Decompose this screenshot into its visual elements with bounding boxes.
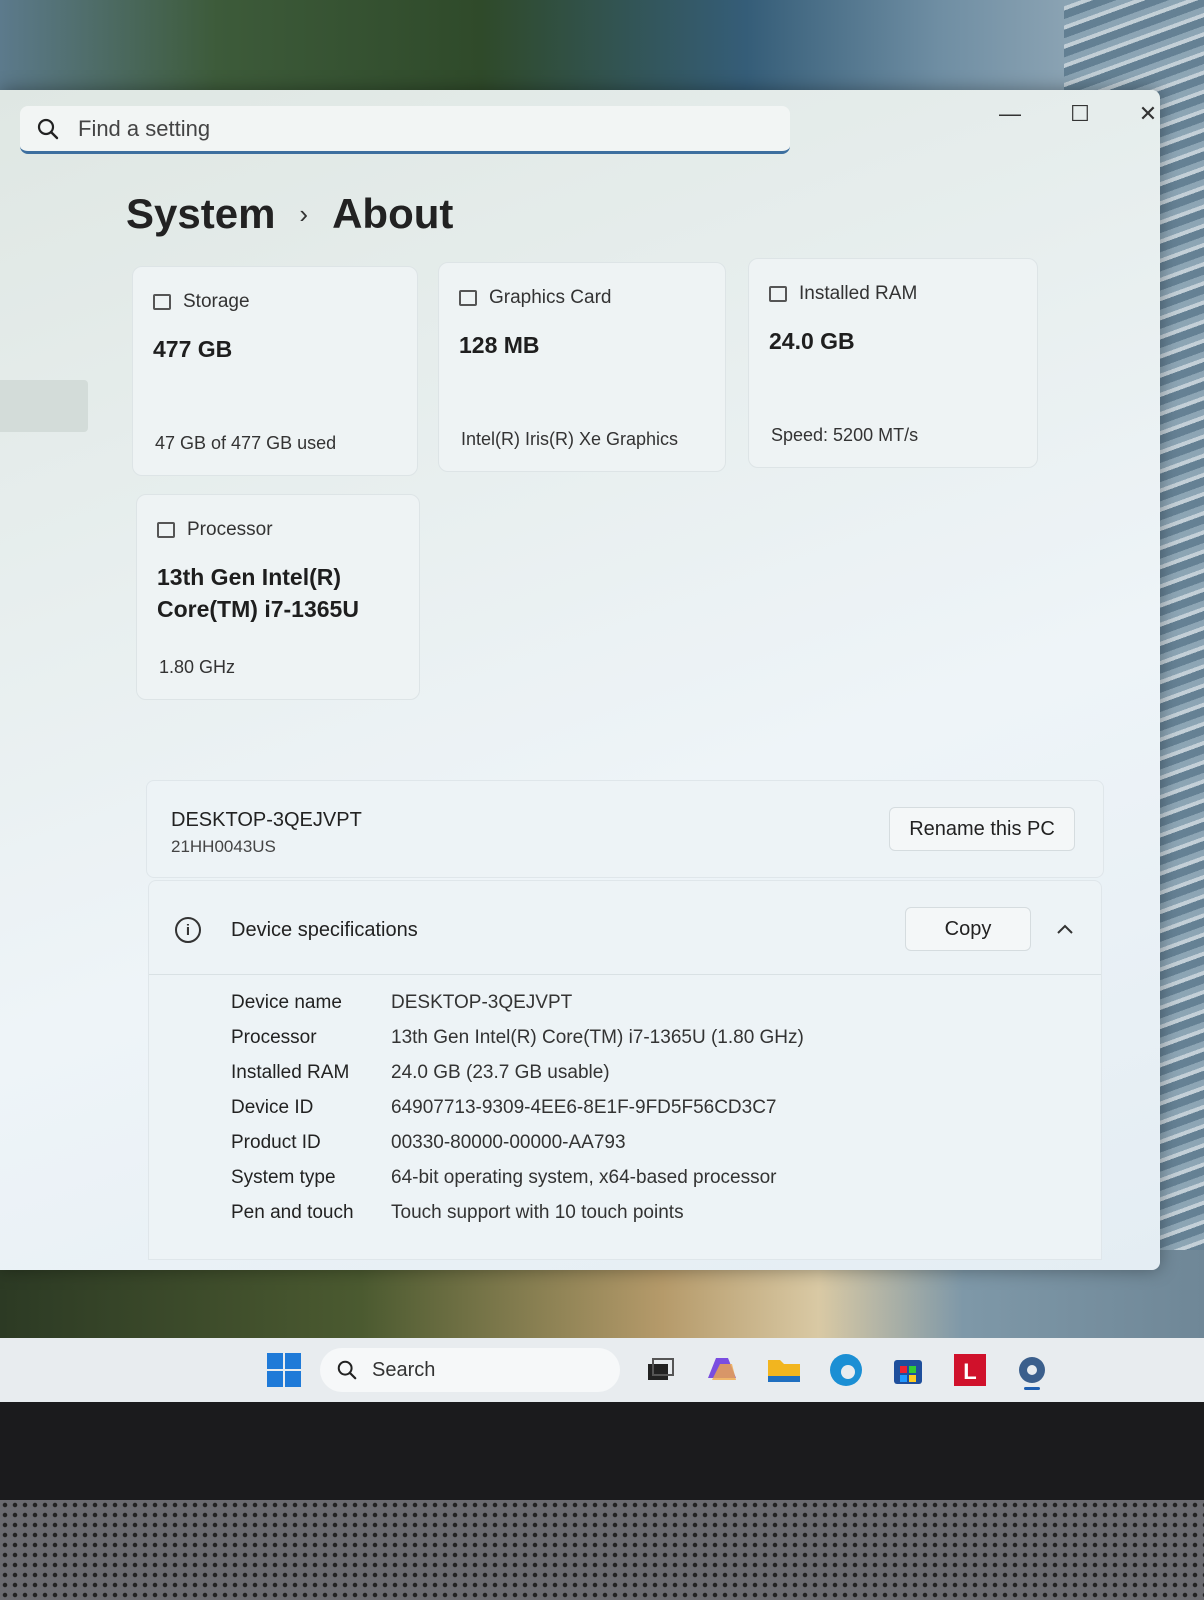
- processor-value-line1: 13th Gen Intel(R): [157, 564, 342, 590]
- storage-card-header: Storage: [153, 291, 250, 313]
- pc-model: 21HH0043US: [171, 837, 276, 856]
- graphics-label: Graphics Card: [489, 287, 612, 308]
- edge-icon[interactable]: [826, 1350, 866, 1390]
- device-specifications-header[interactable]: i Device specifications Copy: [149, 881, 1101, 975]
- spec-value: 64-bit operating system, x64-based proce…: [391, 1166, 777, 1188]
- pc-name-panel: DESKTOP-3QEJVPT 21HH0043US Rename this P…: [146, 780, 1104, 878]
- processor-card-header: Processor: [157, 519, 273, 541]
- taskbar-search-box[interactable]: Search: [320, 1348, 620, 1392]
- chevron-up-icon[interactable]: [1045, 909, 1085, 949]
- task-view-icon[interactable]: [640, 1350, 680, 1390]
- page-title: About: [332, 190, 454, 237]
- table-row: Device name DESKTOP-3QEJVPT: [231, 985, 804, 1020]
- settings-window: — ☐ ✕ System › About Storage 477 GB 47 G…: [0, 90, 1160, 1270]
- graphics-card-icon: [459, 290, 477, 306]
- ram-card-header: Installed RAM: [769, 283, 917, 305]
- store-icon[interactable]: [888, 1350, 928, 1390]
- copy-button[interactable]: Copy: [905, 907, 1031, 951]
- settings-icon[interactable]: [1012, 1350, 1052, 1390]
- table-row: Processor 13th Gen Intel(R) Core(TM) i7-1…: [231, 1020, 804, 1055]
- spec-value: 13th Gen Intel(R) Core(TM) i7-1365U (1.8…: [391, 1026, 804, 1048]
- spec-key: System type: [231, 1166, 336, 1188]
- spec-key: Processor: [231, 1026, 317, 1048]
- table-row: System type 64-bit operating system, x64-…: [231, 1160, 804, 1195]
- ram-value: 24.0 GB: [769, 328, 855, 354]
- taskbar-search-label: Search: [372, 1358, 436, 1381]
- info-icon: i: [175, 917, 201, 943]
- device-specifications-panel: i Device specifications Copy Device name…: [148, 880, 1102, 1260]
- spec-key: Device ID: [231, 1096, 314, 1118]
- ram-label: Installed RAM: [799, 283, 918, 304]
- storage-detail: 47 GB of 477 GB used: [155, 433, 337, 453]
- spec-key: Device name: [231, 991, 342, 1013]
- close-button[interactable]: ✕: [1118, 96, 1178, 132]
- processor-card[interactable]: Processor 13th Gen Intel(R) Core(TM) i7-…: [136, 494, 420, 700]
- storage-icon: [153, 294, 171, 310]
- processor-icon: [157, 522, 175, 538]
- table-row: Product ID 00330-80000-00000-AA793: [231, 1125, 804, 1160]
- minimize-button[interactable]: —: [980, 96, 1040, 132]
- spec-key: Installed RAM: [231, 1061, 350, 1083]
- search-icon: [336, 1359, 358, 1381]
- ram-icon: [769, 286, 787, 302]
- copilot-icon[interactable]: [702, 1350, 742, 1390]
- taskbar: Search L: [0, 1338, 1204, 1402]
- svg-text:L: L: [963, 1359, 976, 1384]
- breadcrumb-parent[interactable]: System: [126, 190, 275, 238]
- graphics-card[interactable]: Graphics Card 128 MB Intel(R) Iris(R) Xe…: [438, 262, 726, 472]
- processor-label: Processor: [187, 519, 273, 540]
- chevron-right-icon: ›: [299, 198, 309, 229]
- lenovo-icon[interactable]: L: [950, 1350, 990, 1390]
- rename-pc-button[interactable]: Rename this PC: [889, 807, 1075, 851]
- storage-label: Storage: [183, 291, 250, 312]
- device-specifications-table: Device name DESKTOP-3QEJVPT Processor 13th…: [231, 985, 804, 1230]
- spec-value: DESKTOP-3QEJVPT: [391, 991, 573, 1013]
- spec-value: 00330-80000-00000-AA793: [391, 1131, 626, 1153]
- processor-detail: 1.80 GHz: [159, 657, 236, 677]
- graphics-detail: Intel(R) Iris(R) Xe Graphics: [461, 429, 679, 449]
- settings-search-box[interactable]: [20, 106, 790, 154]
- search-icon: [36, 117, 60, 141]
- spec-value: Touch support with 10 touch points: [391, 1201, 684, 1223]
- ram-detail: Speed: 5200 MT/s: [771, 425, 919, 445]
- maximize-button[interactable]: ☐: [1050, 96, 1110, 132]
- laptop-speaker-grille: [0, 1500, 1204, 1600]
- ram-card[interactable]: Installed RAM 24.0 GB Speed: 5200 MT/s: [748, 258, 1038, 468]
- table-row: Pen and touch Touch support with 10 touch…: [231, 1195, 804, 1230]
- spec-value: 64907713-9309-4EE6-8E1F-9FD5F56CD3C7: [391, 1096, 777, 1118]
- graphics-card-header: Graphics Card: [459, 287, 612, 309]
- breadcrumb: System › About: [126, 190, 453, 238]
- graphics-value: 128 MB: [459, 332, 540, 358]
- spec-key: Product ID: [231, 1131, 321, 1153]
- processor-value: 13th Gen Intel(R) Core(TM) i7-1365U: [157, 561, 359, 625]
- search-input[interactable]: [78, 115, 678, 142]
- table-row: Installed RAM 24.0 GB (23.7 GB usable): [231, 1055, 804, 1090]
- device-specifications-title: Device specifications: [231, 919, 418, 941]
- spec-value: 24.0 GB (23.7 GB usable): [391, 1061, 610, 1083]
- nav-selection-indicator[interactable]: [0, 380, 88, 432]
- storage-value: 477 GB: [153, 336, 233, 362]
- pc-name: DESKTOP-3QEJVPT: [171, 809, 362, 831]
- processor-value-line2: Core(TM) i7-1365U: [157, 596, 359, 622]
- file-explorer-icon[interactable]: [764, 1350, 804, 1390]
- table-row: Device ID 64907713-9309-4EE6-8E1F-9FD5F56…: [231, 1090, 804, 1125]
- storage-card[interactable]: Storage 477 GB 47 GB of 477 GB used: [132, 266, 418, 476]
- spec-key: Pen and touch: [231, 1201, 354, 1223]
- windows-start-icon[interactable]: [264, 1350, 304, 1390]
